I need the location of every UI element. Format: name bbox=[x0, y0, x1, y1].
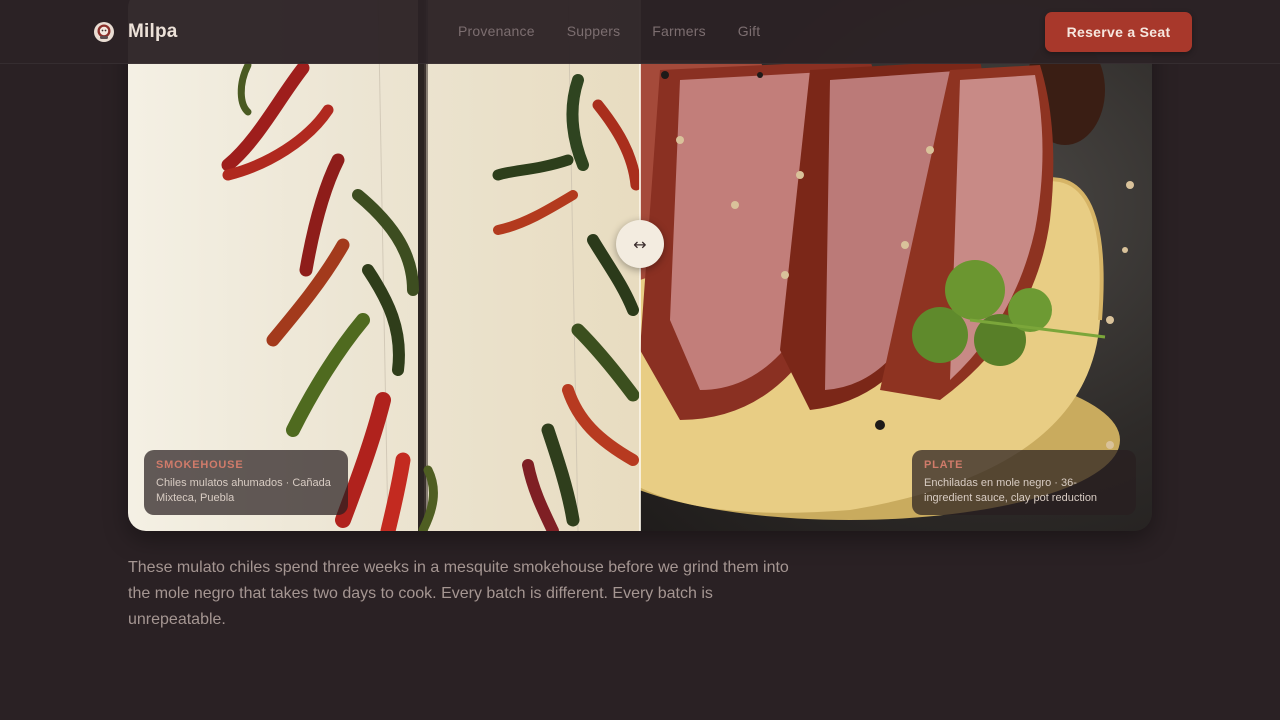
nav-link-gift[interactable]: Gift bbox=[738, 23, 761, 39]
caption-text: Enchiladas en mole negro · 36-ingredient… bbox=[924, 477, 1098, 504]
reserve-seat-button[interactable]: Reserve a Seat bbox=[1045, 12, 1192, 52]
chef-mark-icon bbox=[94, 22, 114, 42]
caption-tag: SMOKEHOUSE bbox=[156, 459, 244, 471]
nav-link-provenance[interactable]: Provenance bbox=[458, 23, 535, 39]
caption-smokehouse: SMOKEHOUSE Chiles mulatos ahumados · Cañ… bbox=[144, 450, 348, 515]
story-paragraph: These mulato chiles spend three weeks in… bbox=[128, 559, 789, 628]
main-nav: Provenance Suppers Farmers Gift bbox=[458, 23, 760, 39]
slider-handle-icon[interactable]: ↔ bbox=[616, 220, 664, 268]
site-header: Milpa Provenance Suppers Farmers Gift Re… bbox=[0, 0, 1280, 64]
caption-plate: PLATE Enchiladas en mole negro · 36-ingr… bbox=[912, 450, 1136, 515]
brand-logo-link[interactable]: Milpa bbox=[92, 20, 178, 44]
caption-text: Chiles mulatos ahumados · Cañada Mixteca… bbox=[156, 477, 331, 504]
nav-link-farmers[interactable]: Farmers bbox=[652, 23, 706, 39]
plate-image: PLATE Enchiladas en mole negro · 36-ingr… bbox=[640, 0, 1152, 531]
before-after-slider[interactable]: SMOKEHOUSE Chiles mulatos ahumados · Cañ… bbox=[128, 0, 1152, 531]
smokehouse-image: SMOKEHOUSE Chiles mulatos ahumados · Cañ… bbox=[128, 0, 640, 531]
brand-name: Milpa bbox=[128, 21, 178, 42]
nav-link-suppers[interactable]: Suppers bbox=[567, 23, 621, 39]
caption-tag: PLATE bbox=[924, 459, 964, 471]
